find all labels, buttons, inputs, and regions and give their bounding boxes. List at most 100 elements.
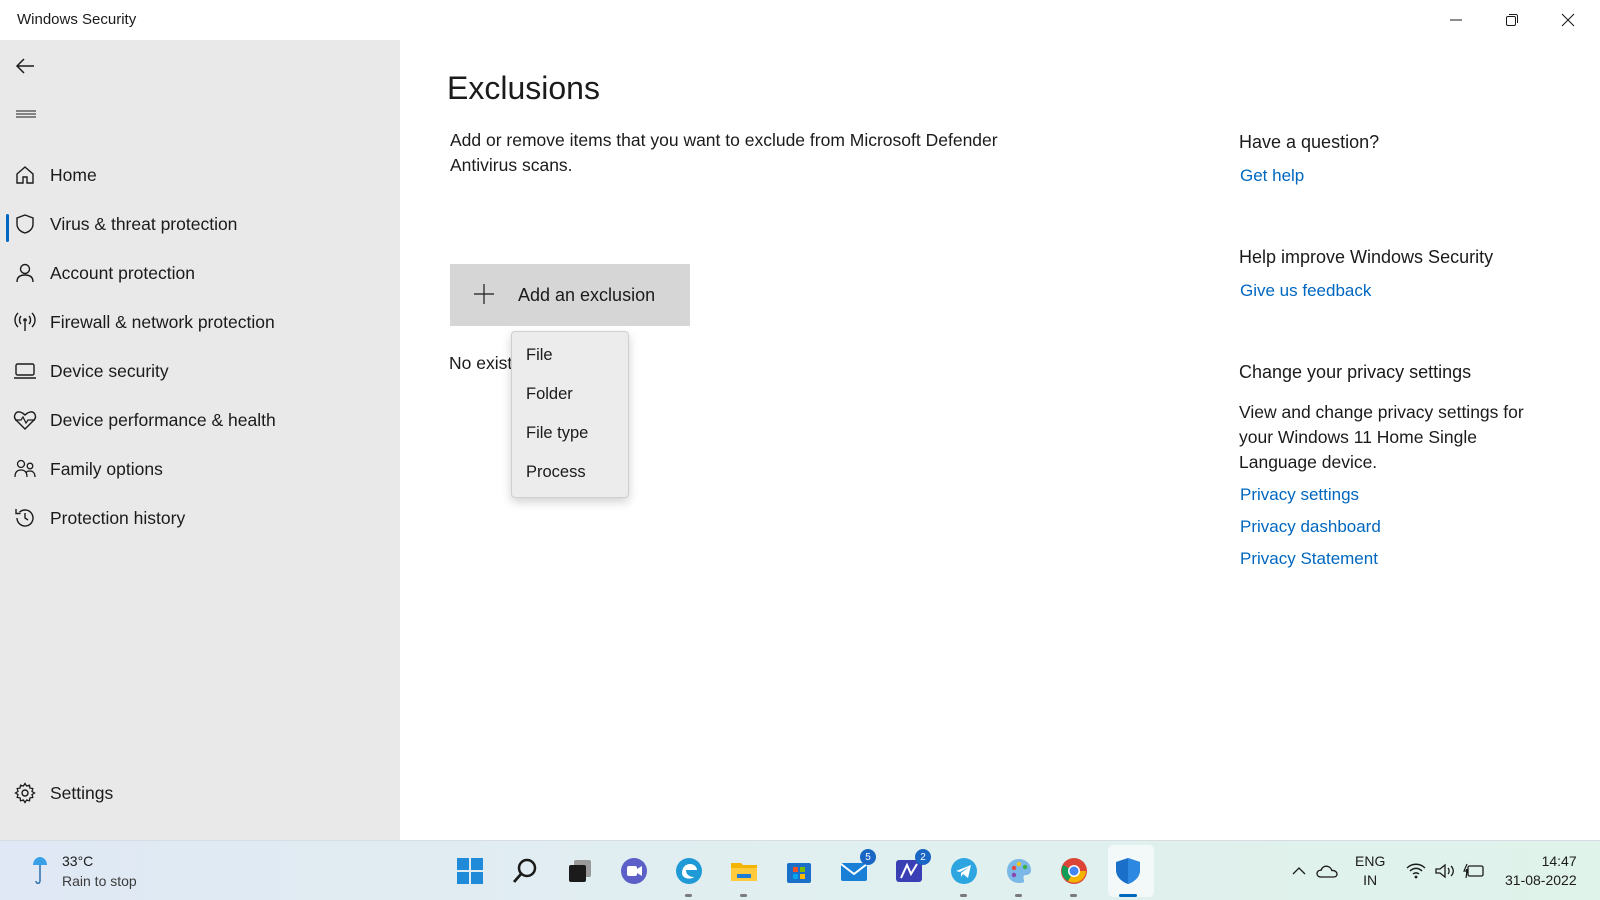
start-button[interactable] — [452, 853, 488, 889]
sidebar-item-label: Home — [50, 164, 97, 185]
back-button[interactable] — [10, 50, 42, 82]
task-view-button[interactable] — [562, 853, 598, 889]
search-button[interactable] — [507, 853, 543, 889]
volume-button[interactable] — [1434, 861, 1456, 881]
sidebar-item-protection-history[interactable]: Protection history — [0, 496, 400, 540]
back-arrow-icon — [15, 58, 34, 74]
sidebar-item-device-security[interactable]: Device security — [0, 349, 400, 393]
umbrella-icon — [33, 857, 47, 884]
system-clock[interactable]: 14:47 31-08-2022 — [1505, 852, 1577, 890]
mail-app[interactable]: 5 — [836, 849, 876, 889]
chat-app[interactable] — [616, 853, 652, 889]
onedrive-button[interactable] — [1316, 861, 1338, 881]
privacy-description: View and change privacy settings for you… — [1239, 402, 1524, 472]
running-indicator — [1070, 894, 1077, 897]
history-icon — [13, 506, 37, 530]
wifi-button[interactable] — [1405, 861, 1427, 881]
edge-app[interactable] — [671, 853, 707, 897]
plus-icon — [474, 284, 494, 304]
minimize-icon — [1450, 19, 1462, 21]
sidebar-item-family-options[interactable]: Family options — [0, 447, 400, 491]
restore-button[interactable] — [1484, 0, 1540, 40]
menu-button[interactable] — [10, 98, 42, 130]
windows-security-app[interactable] — [1110, 853, 1146, 897]
speaker-icon — [1435, 863, 1454, 879]
battery-button[interactable] — [1463, 861, 1485, 881]
page-title: Exclusions — [447, 70, 600, 106]
hamburger-icon — [16, 110, 36, 118]
store-app[interactable] — [781, 853, 817, 889]
taskbar: 33°C Rain to stop 5 2 ENG IN 14:47 31-08… — [0, 840, 1600, 900]
restore-icon — [1506, 14, 1518, 26]
weather-temperature: 33°C — [62, 853, 94, 869]
telegram-app[interactable] — [946, 853, 982, 897]
sidebar-item-label: Device security — [50, 360, 169, 381]
laptop-icon — [13, 359, 37, 383]
feedback-link[interactable]: Give us feedback — [1240, 281, 1371, 301]
running-indicator — [1015, 894, 1022, 897]
privacy-statement-link[interactable]: Privacy Statement — [1240, 549, 1378, 569]
exclusion-type-menu: File Folder File type Process — [511, 331, 629, 498]
mail-badge: 5 — [860, 849, 876, 865]
sidebar-item-settings[interactable]: Settings — [0, 771, 400, 815]
show-hidden-icons-button[interactable] — [1288, 861, 1310, 881]
windows-logo-icon — [457, 858, 483, 884]
cloud-icon — [1316, 865, 1338, 878]
improve-heading: Help improve Windows Security — [1239, 247, 1494, 267]
antenna-icon — [13, 310, 37, 334]
page-description: Add or remove items that you want to exc… — [450, 130, 998, 175]
title-bar: Windows Security — [0, 0, 1600, 40]
security-shield-icon — [1116, 858, 1140, 884]
clock-date: 31-08-2022 — [1505, 872, 1577, 888]
language-code: ENG — [1355, 853, 1386, 869]
sidebar-item-label: Settings — [50, 782, 114, 803]
main-content: Exclusions Add or remove items that you … — [400, 40, 1600, 840]
input-language[interactable]: ENG IN — [1355, 852, 1385, 890]
add-exclusion-button[interactable]: Add an exclusion — [450, 264, 690, 326]
file-explorer-app[interactable] — [726, 853, 762, 897]
sidebar-item-device-performance-health[interactable]: Device performance & health — [0, 398, 400, 442]
sidebar-item-firewall-network-protection[interactable]: Firewall & network protection — [0, 300, 400, 344]
paint-app[interactable] — [1001, 853, 1037, 897]
privacy-dashboard-link[interactable]: Privacy dashboard — [1240, 517, 1381, 537]
sidebar-item-virus-threat-protection[interactable]: Virus & threat protection — [0, 202, 400, 246]
sidebar-item-label: Family options — [50, 458, 163, 479]
minimize-button[interactable] — [1428, 0, 1484, 40]
sidebar-item-label: Account protection — [50, 262, 195, 283]
pen-app[interactable]: 2 — [891, 849, 931, 889]
sidebar-item-account-protection[interactable]: Account protection — [0, 251, 400, 295]
folder-icon — [731, 863, 757, 881]
privacy-settings-link[interactable]: Privacy settings — [1240, 485, 1359, 505]
running-indicator — [740, 894, 747, 897]
menu-item-file-type[interactable]: File type — [526, 424, 588, 443]
search-icon — [512, 858, 537, 883]
add-exclusion-label: Add an exclusion — [518, 285, 656, 305]
person-icon — [13, 261, 37, 285]
shield-icon — [13, 212, 37, 236]
active-indicator — [1119, 894, 1137, 897]
task-view-icon — [569, 860, 591, 882]
sidebar-item-label: Virus & threat protection — [50, 213, 238, 234]
get-help-link[interactable]: Get help — [1240, 166, 1304, 186]
sidebar-item-home[interactable]: Home — [0, 153, 400, 197]
sidebar-item-label: Protection history — [50, 507, 186, 528]
weather-description: Rain to stop — [62, 873, 137, 889]
menu-item-file[interactable]: File — [526, 346, 553, 365]
close-button[interactable] — [1540, 0, 1596, 40]
menu-item-folder[interactable]: Folder — [526, 385, 573, 404]
battery-charging-icon — [1463, 863, 1484, 879]
sidebar-item-label: Device performance & health — [50, 409, 276, 430]
running-indicator — [685, 894, 692, 897]
palette-icon — [1007, 859, 1031, 883]
sidebar: Home Virus & threat protection Account p… — [0, 40, 400, 840]
close-icon — [1561, 13, 1575, 27]
region-code: IN — [1363, 872, 1378, 888]
chrome-icon — [1061, 858, 1087, 884]
chrome-app[interactable] — [1056, 853, 1092, 897]
sidebar-item-label: Firewall & network protection — [50, 311, 275, 332]
home-icon — [13, 163, 37, 187]
store-icon — [787, 863, 811, 883]
menu-item-process[interactable]: Process — [526, 463, 586, 482]
family-icon — [13, 457, 37, 481]
wifi-icon — [1406, 863, 1426, 879]
